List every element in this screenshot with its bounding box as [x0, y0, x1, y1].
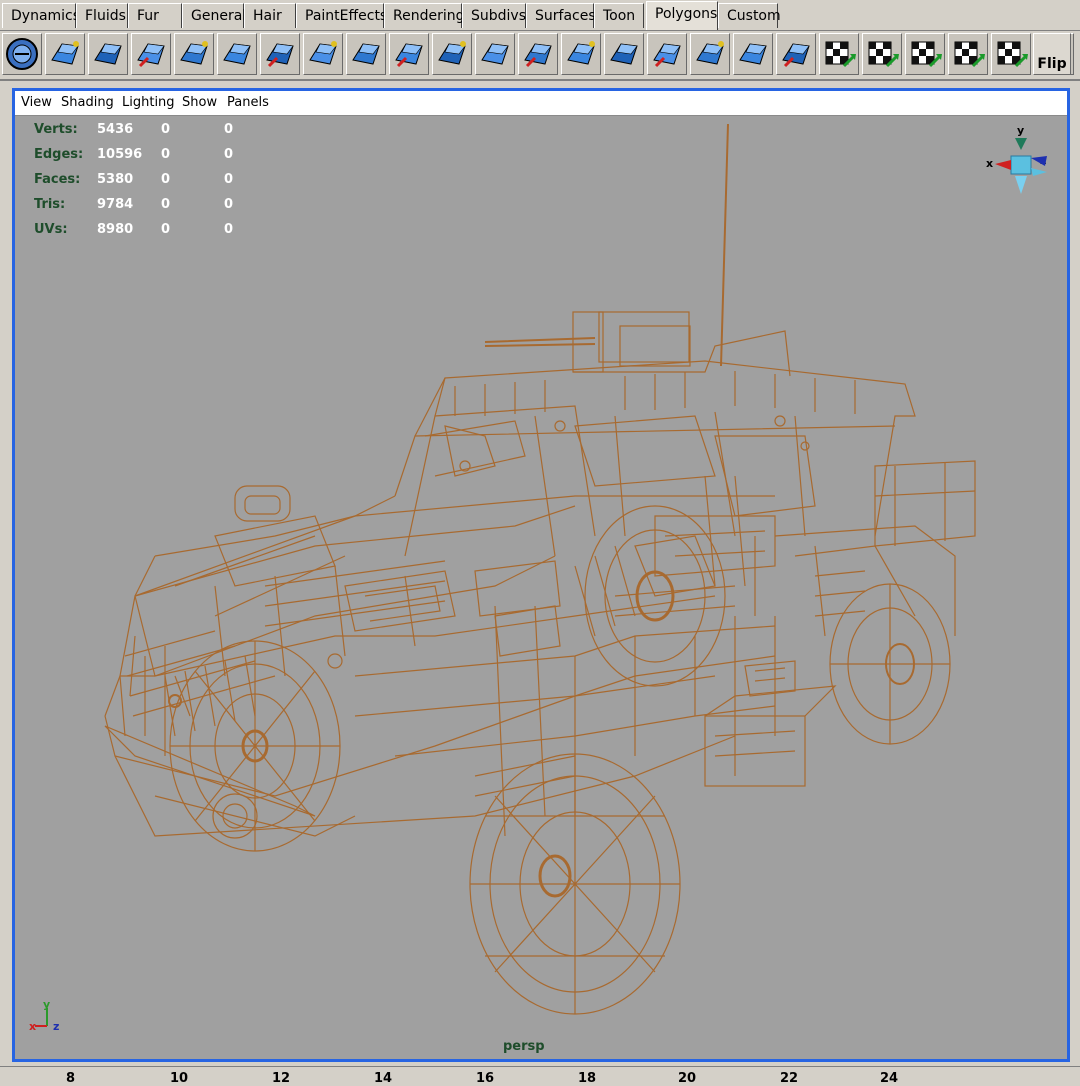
menu-show[interactable]: Show	[182, 95, 217, 110]
merge-vertices-icon[interactable]	[776, 33, 816, 75]
combine-icon[interactable]	[45, 33, 85, 75]
extract-icon[interactable]	[131, 33, 171, 75]
smooth-proxy-icon[interactable]	[217, 33, 257, 75]
sphere-icon[interactable]	[2, 33, 42, 75]
time-tick-label: 12	[272, 1071, 291, 1086]
view-cube-x-label: x	[986, 157, 993, 170]
tab-polygons[interactable]: Polygons	[646, 1, 718, 30]
flip-button[interactable]: Flip	[1033, 33, 1071, 75]
time-tick-label: 8	[66, 1071, 76, 1086]
shelf-tab-bar: Dynamics Fluids Fur General Hair PaintEf…	[0, 0, 1080, 31]
time-tick-label: 18	[578, 1071, 597, 1086]
origin-x-label: x	[29, 1020, 36, 1033]
bevel-icon[interactable]	[346, 33, 386, 75]
create-uvs-icon[interactable]	[819, 33, 859, 75]
camera-name-label: persp	[503, 1039, 545, 1054]
menu-shading[interactable]: Shading	[61, 95, 114, 110]
perspective-panel: View Shading Lighting Show Panels Verts:…	[12, 88, 1070, 1062]
time-tick-label: 14	[374, 1071, 393, 1086]
time-ruler[interactable]: 8 10 12 14 16 18 20 22 24	[0, 1066, 1080, 1086]
tab-fluids[interactable]: Fluids	[76, 3, 128, 28]
origin-axis-icon: y x z	[29, 998, 59, 1033]
viewport-3d[interactable]: Verts: 5436 0 0 Edges: 10596 0 0 Faces: …	[15, 116, 1067, 1059]
split-polygon-icon[interactable]	[518, 33, 558, 75]
quadrangulate-icon[interactable]	[303, 33, 343, 75]
spherical-map-icon[interactable]	[991, 33, 1031, 75]
cube-icon[interactable]	[174, 33, 214, 75]
tab-dynamics[interactable]: Dynamics	[2, 3, 80, 28]
triangulate-icon[interactable]	[260, 33, 300, 75]
tab-rendering[interactable]: Rendering	[384, 3, 465, 28]
menu-panels[interactable]: Panels	[227, 95, 269, 110]
planar-map-icon[interactable]	[862, 33, 902, 75]
wedge-face-icon[interactable]	[475, 33, 515, 75]
view-cube-y-label: y	[1017, 124, 1024, 137]
extrude-edge-icon[interactable]	[561, 33, 601, 75]
time-tick-label: 16	[476, 1071, 495, 1086]
poke-face-icon[interactable]	[432, 33, 472, 75]
automatic-map-icon[interactable]	[948, 33, 988, 75]
time-tick-label: 24	[880, 1071, 899, 1086]
time-tick-label: 22	[780, 1071, 799, 1086]
cut-faces-icon[interactable]	[647, 33, 687, 75]
panel-menu-bar: View Shading Lighting Show Panels	[15, 91, 1067, 116]
tab-toon[interactable]: Toon	[594, 3, 644, 28]
view-cube-icon[interactable]: y x z	[985, 122, 1055, 208]
menu-lighting[interactable]: Lighting	[122, 95, 175, 110]
tab-hair[interactable]: Hair	[244, 3, 296, 28]
origin-y-label: y	[43, 998, 50, 1011]
cylindrical-map-icon[interactable]	[905, 33, 945, 75]
origin-z-label: z	[53, 1020, 59, 1033]
vehicle-wireframe[interactable]	[15, 116, 1067, 1059]
time-tick-label: 10	[170, 1071, 189, 1086]
time-tick-label: 20	[678, 1071, 697, 1086]
subdivide-icon[interactable]	[604, 33, 644, 75]
tab-custom[interactable]: Custom	[718, 3, 781, 28]
tab-surfaces[interactable]: Surfaces	[526, 3, 596, 28]
extrude-face-icon[interactable]	[389, 33, 429, 75]
tab-subdivs[interactable]: Subdivs	[462, 3, 526, 28]
tab-general[interactable]: General	[182, 3, 246, 28]
separate-icon[interactable]	[88, 33, 128, 75]
menu-view[interactable]: View	[21, 95, 52, 110]
append-polygon-icon[interactable]	[690, 33, 730, 75]
tab-painteffects[interactable]: PaintEffects	[296, 3, 387, 28]
duplicate-face-icon[interactable]	[733, 33, 773, 75]
tab-fur[interactable]: Fur	[128, 3, 182, 28]
